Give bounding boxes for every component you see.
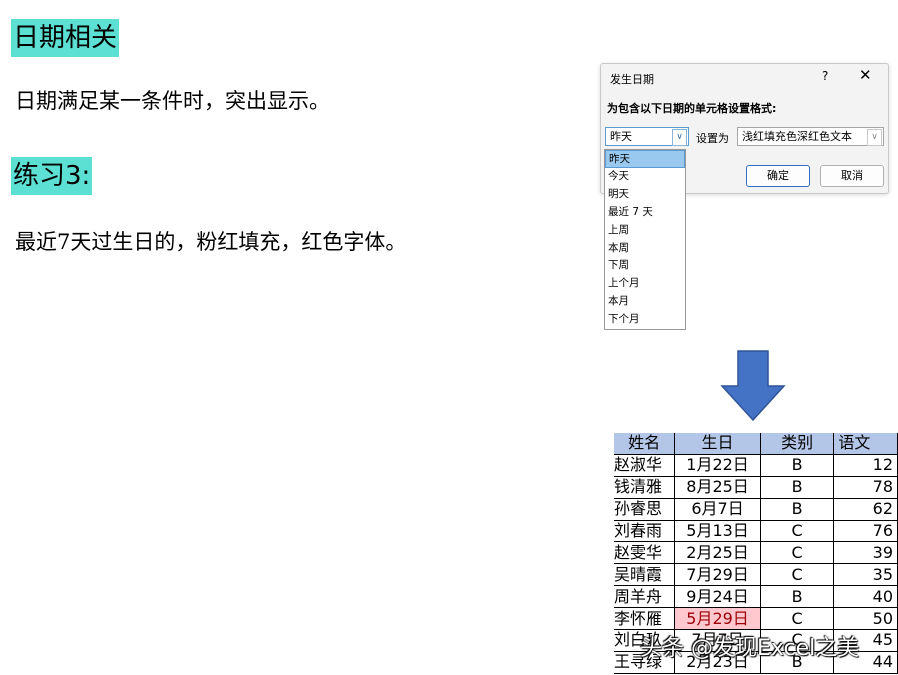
- cell-score[interactable]: 62: [833, 498, 898, 521]
- cell-category[interactable]: C: [760, 541, 835, 565]
- cell-name[interactable]: 吴晴霞: [614, 563, 676, 587]
- table-row: 赵淑华 1月22日 B 12: [614, 454, 898, 477]
- dropdown-option[interactable]: 下个月: [605, 311, 685, 329]
- cell-birthday[interactable]: 5月13日: [674, 520, 761, 543]
- cell-name[interactable]: 钱清雅: [614, 476, 676, 499]
- table-row: 赵雯华 2月25日 C 39: [614, 541, 898, 565]
- intro-text: 日期满足某一条件时，突出显示。: [15, 89, 330, 113]
- dropdown-option[interactable]: 上周: [605, 222, 685, 240]
- date-condition-select[interactable]: 昨天 ∨: [605, 127, 689, 146]
- cell-birthday[interactable]: 2月25日: [674, 541, 761, 565]
- cell-score[interactable]: 78: [833, 476, 898, 499]
- cell-name[interactable]: 周羊舟: [614, 585, 676, 609]
- date-options-list: 昨天 今天 明天 最近 7 天上周 本周 下周 上个月 本月 下个月: [604, 149, 686, 330]
- cell-score[interactable]: 39: [833, 541, 898, 565]
- format-value: 浅红填充色深红色文本: [742, 130, 852, 143]
- format-select[interactable]: 浅红填充色深红色文本 ∨: [737, 127, 884, 146]
- cell-category[interactable]: C: [760, 520, 835, 543]
- cell-birthday[interactable]: 8月25日: [674, 476, 761, 499]
- chevron-down-icon[interactable]: ∨: [672, 129, 687, 146]
- set-as-label: 设置为: [696, 132, 729, 145]
- table-row: 孙睿思 6月7日 B 62: [614, 498, 898, 521]
- watermark: 头条 @发现Excel之美: [640, 636, 860, 661]
- heading-exercise: 练习3:: [11, 157, 93, 195]
- cell-birthday[interactable]: 1月22日: [674, 454, 761, 477]
- header-name[interactable]: 姓名: [614, 433, 676, 455]
- header-chinese[interactable]: 语文: [833, 433, 898, 455]
- cell-birthday[interactable]: 6月7日: [674, 498, 761, 521]
- dropdown-option[interactable]: 明天: [605, 186, 685, 204]
- header-birthday[interactable]: 生日: [674, 433, 761, 455]
- heading-date-related: 日期相关: [11, 19, 120, 57]
- table-row: 李怀雁 5月29日 C 50: [614, 607, 898, 631]
- cell-name[interactable]: 赵雯华: [614, 541, 676, 565]
- ok-button[interactable]: 确定: [746, 165, 810, 187]
- cell-category[interactable]: B: [760, 498, 835, 521]
- dropdown-option[interactable]: 本月: [605, 293, 685, 311]
- table-row: 刘春雨 5月13日 C 76: [614, 520, 898, 543]
- dialog-instruction: 为包含以下日期的单元格设置格式:: [607, 102, 777, 115]
- cell-name[interactable]: 刘春雨: [614, 520, 676, 543]
- table-row: 钱清雅 8月25日 B 78: [614, 476, 898, 499]
- cell-birthday[interactable]: 5月29日: [674, 607, 761, 631]
- arrow-down-icon: [720, 350, 786, 422]
- close-icon[interactable]: ✕: [859, 66, 872, 84]
- dropdown-option[interactable]: 最近 7 天: [605, 204, 685, 222]
- cell-score[interactable]: 12: [833, 454, 898, 477]
- dropdown-option[interactable]: 昨天: [605, 150, 685, 168]
- dialog-title: 发生日期: [610, 73, 654, 86]
- table-row: 周羊舟 9月24日 B 40: [614, 585, 898, 609]
- cell-category[interactable]: B: [760, 476, 835, 499]
- cell-category[interactable]: C: [760, 563, 835, 587]
- cell-name[interactable]: 李怀雁: [614, 607, 676, 631]
- cell-score[interactable]: 76: [833, 520, 898, 543]
- cancel-button[interactable]: 取消: [820, 165, 884, 187]
- help-icon[interactable]: ?: [822, 69, 828, 83]
- dropdown-option[interactable]: 本周: [605, 240, 685, 258]
- cell-score[interactable]: 35: [833, 563, 898, 587]
- cell-category[interactable]: B: [760, 454, 835, 477]
- cell-name[interactable]: 孙睿思: [614, 498, 676, 521]
- task-text: 最近7天过生日的，粉红填充，红色字体。: [15, 230, 407, 254]
- table-row: 吴晴霞 7月29日 C 35: [614, 563, 898, 587]
- dropdown-option[interactable]: 上个月: [605, 275, 685, 293]
- dropdown-option[interactable]: 下周: [605, 257, 685, 275]
- dropdown-option[interactable]: 今天: [605, 168, 685, 186]
- cell-category[interactable]: C: [760, 607, 835, 631]
- date-condition-value: 昨天: [610, 130, 632, 143]
- cell-birthday[interactable]: 9月24日: [674, 585, 761, 609]
- table-header-row: 姓名 生日 类别 语文: [614, 433, 898, 455]
- cell-score[interactable]: 50: [833, 607, 898, 631]
- cell-birthday[interactable]: 7月29日: [674, 563, 761, 587]
- cell-name[interactable]: 赵淑华: [614, 454, 676, 477]
- header-category[interactable]: 类别: [760, 433, 835, 455]
- cell-score[interactable]: 40: [833, 585, 898, 609]
- cell-category[interactable]: B: [760, 585, 835, 609]
- chevron-down-icon[interactable]: ∨: [867, 129, 882, 146]
